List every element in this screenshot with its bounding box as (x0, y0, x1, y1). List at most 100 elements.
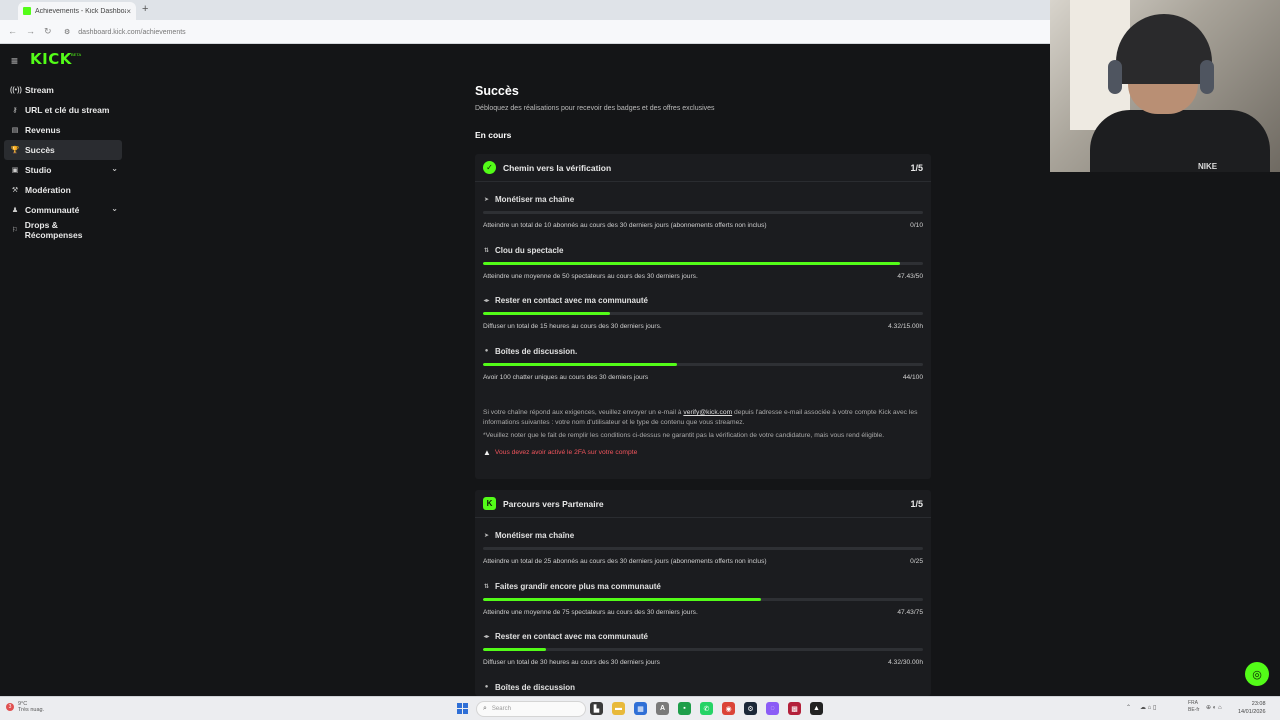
monetize-icon: ➤ (483, 533, 490, 539)
kick-logo[interactable]: KICK (30, 50, 72, 68)
gift-icon: ⚐ (11, 227, 19, 234)
taskbar-app-app-kick-icon[interactable]: ▪ (678, 702, 691, 715)
revenue-icon: ▤ (11, 127, 19, 134)
task-title: Rester en contact avec ma communauté (495, 296, 648, 305)
sidebar: ((•)) Stream ⚷ URL et clé du stream ▤ Re… (4, 80, 122, 240)
progress-bar (483, 261, 923, 265)
card-header[interactable]: ✓ Chemin vers la vérification 1/5 (475, 154, 931, 182)
weather-alert-badge: 3 (6, 703, 14, 711)
taskbar-app-app-c-icon[interactable]: ▩ (788, 702, 801, 715)
back-icon[interactable]: ← (8, 26, 17, 36)
card-title: Chemin vers la vérification (503, 162, 612, 173)
kick-favicon-icon (23, 7, 31, 15)
progress-bar (483, 597, 923, 601)
windows-start-icon[interactable] (457, 703, 468, 714)
sidebar-item-label: Stream (25, 85, 54, 95)
keyboard-layout: BE-fr (1188, 707, 1200, 713)
chevron-down-icon[interactable]: ⌄ (111, 164, 118, 173)
twofa-warning: ▲ Vous devez avoir activé le 2FA sur vot… (475, 448, 931, 457)
taskbar-app-app-b-icon[interactable]: ◌ (766, 702, 779, 715)
sidebar-item-label: Revenus (25, 125, 61, 135)
card-header[interactable]: K Parcours vers Partenaire 1/5 (475, 490, 931, 518)
warning-text: Vous devez avoir activé le 2FA sur votre… (494, 449, 638, 456)
chevron-down-icon[interactable]: ⌄ (111, 204, 118, 213)
task-title: Faites grandir encore plus ma communauté (495, 581, 661, 591)
browser-tab[interactable]: Achievements - Kick Dashboard × (18, 2, 136, 20)
close-tab-icon[interactable]: × (126, 7, 131, 16)
sidebar-item-stream-key[interactable]: ⚷ URL et clé du stream (4, 100, 122, 120)
monetize-icon: ➤ (483, 197, 490, 203)
webcam-overlay: NIKE (1050, 0, 1280, 172)
sidebar-item-label: Modération (25, 185, 71, 195)
task-description: Diffuser un total de 15 heures au cours … (483, 323, 662, 330)
progress-bar (483, 362, 923, 366)
broadcast-icon: ◂▸ (483, 298, 490, 304)
taskbar-search-input[interactable]: ⌕ Search (476, 701, 586, 717)
language-indicator[interactable]: FRA BE-fr (1188, 700, 1199, 714)
task-item: ◂▸ Rester en contact avec ma communauté D… (475, 619, 931, 670)
taskbar-app-chrome-icon[interactable]: ◉ (722, 702, 735, 715)
sidebar-item-drops[interactable]: ⚐ Drops & Récompenses (4, 220, 122, 240)
headphone-left (1108, 60, 1122, 94)
task-value: 44/100 (902, 373, 923, 381)
sidebar-item-stream[interactable]: ((•)) Stream (4, 80, 122, 100)
sidebar-item-community[interactable]: ♟ Communauté ⌄ (4, 200, 122, 220)
new-tab-button[interactable]: + (142, 3, 148, 15)
sidebar-item-revenue[interactable]: ▤ Revenus (4, 120, 122, 140)
verified-badge-icon: ✓ (483, 161, 496, 174)
progress-bar (483, 211, 923, 214)
taskbar-app-app-d-icon[interactable]: ▲ (810, 702, 823, 715)
task-title: Monétiser ma chaîne (495, 195, 575, 204)
system-clock[interactable]: 23:08 14/01/2026 (1238, 700, 1266, 716)
taskbar-app-explorer-icon[interactable]: ▬ (612, 702, 625, 715)
tray-icons[interactable]: ☁ ⌂ ▯ (1140, 704, 1156, 711)
tray-system-icons[interactable]: ⊕ ◐ ⌂ (1206, 704, 1222, 711)
progress-bar-fill (483, 597, 762, 601)
task-item: ● Boîtes de discussion. Avoir 100 chatter… (475, 334, 931, 385)
site-info-icon[interactable]: ⚙ (64, 28, 70, 36)
progress-bar-fill (483, 648, 547, 651)
menu-icon[interactable]: ≡ (11, 54, 18, 68)
page-subtitle: Débloquez des réalisations pour recevoir… (475, 105, 715, 112)
verification-note: Si votre chaîne répond aux exigences, ve… (475, 408, 931, 428)
tray-chevron-icon[interactable]: ⌃ (1126, 704, 1131, 711)
task-title: Monétiser ma chaîne (495, 531, 575, 540)
task-title: Boîtes de discussion (495, 682, 576, 692)
achievement-card-verification: ✓ Chemin vers la vérification 1/5 ➤ Monét… (475, 154, 931, 479)
sidebar-item-achievements[interactable]: 🏆 Succès (4, 140, 122, 160)
task-value: 0/10 (910, 222, 923, 229)
card-title: Parcours vers Partenaire (503, 498, 604, 509)
forward-icon[interactable]: → (26, 26, 35, 36)
task-item: ⇅ Clou du spectacle Atteindre une moyenne… (475, 233, 931, 284)
task-item: ⇅ Faites grandir encore plus ma communaut… (475, 569, 931, 620)
card-progress-count: 1/5 (910, 498, 923, 509)
chat-bubble-icon: ● (484, 684, 489, 690)
search-placeholder: Search (491, 706, 511, 712)
url-field[interactable]: ⚙ dashboard.kick.com/achievements (64, 24, 1044, 40)
reload-icon[interactable]: ↻ (44, 26, 52, 37)
taskbar-app-files-icon[interactable]: ▙ (590, 702, 603, 715)
trophy-icon: 🏆 (10, 147, 20, 154)
task-description: Atteindre un total de 25 abonnés au cour… (483, 558, 767, 565)
task-value: 47.43/75 (897, 608, 923, 616)
task-title: Boîtes de discussion. (495, 346, 578, 356)
progress-bar-fill (483, 312, 610, 315)
main-content: Succès Débloquez des réalisations pour r… (475, 84, 931, 140)
taskbar-app-whatsapp-icon[interactable]: ✆ (700, 702, 713, 715)
viewers-icon: ⇅ (483, 247, 490, 254)
task-item: ➤ Monétiser ma chaîne Atteindre un total … (475, 182, 931, 233)
page-title: Succès (475, 84, 519, 98)
kick-badge-icon: K (483, 497, 496, 510)
verify-email-link[interactable]: verify@kick.com (683, 409, 732, 416)
task-value: 4.32/15.00h (888, 323, 923, 330)
taskbar-app-app-a-icon[interactable]: A (656, 702, 669, 715)
taskbar-app-steam-icon[interactable]: ⚙ (744, 702, 757, 715)
task-value: 47.43/50 (897, 272, 923, 280)
sidebar-item-studio[interactable]: ▣ Studio ⌄ (4, 160, 122, 180)
weather-widget[interactable]: 3 9°C Très nuag. (6, 701, 44, 713)
support-chat-button[interactable]: ◎ (1245, 662, 1269, 686)
clock-time: 23:08 (1251, 701, 1266, 707)
sidebar-item-moderation[interactable]: ⚒ Modération (4, 180, 122, 200)
taskbar-app-store-icon[interactable]: ▦ (634, 702, 647, 715)
sidebar-item-label: Studio (25, 165, 52, 175)
